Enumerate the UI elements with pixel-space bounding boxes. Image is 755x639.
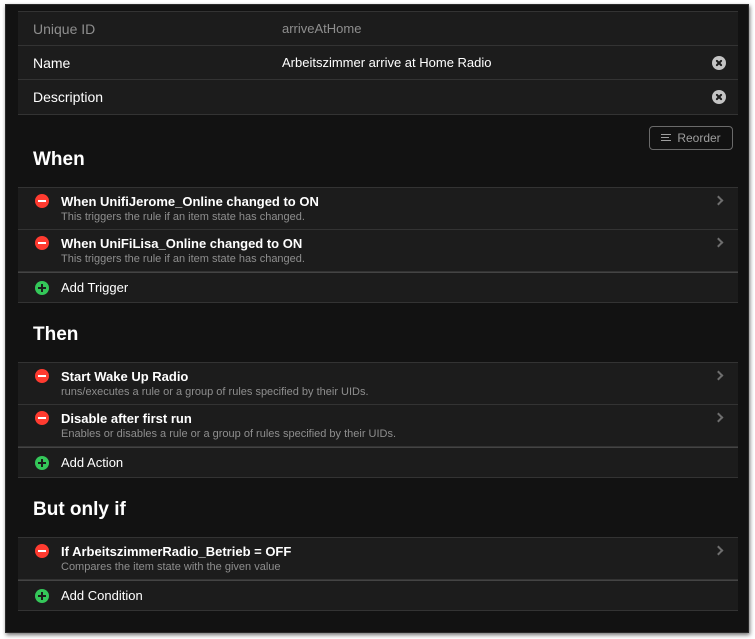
action-description: runs/executes a rule or a group of rules… [61, 386, 369, 398]
trigger-description: This triggers the rule if an item state … [61, 211, 305, 223]
name-label: Name [33, 54, 71, 71]
then-list: Start Wake Up Radio runs/executes a rule… [18, 362, 738, 478]
condition-title: If ArbeitszimmerRadio_Betrieb = OFF [61, 544, 292, 559]
when-section-title: When [33, 149, 85, 170]
add-trigger-label: Add Trigger [61, 280, 129, 295]
trigger-item[interactable]: When UniFiLisa_Online changed to ON This… [18, 230, 738, 272]
remove-icon[interactable] [35, 411, 49, 425]
trigger-description: This triggers the rule if an item state … [61, 253, 305, 265]
name-input[interactable]: Arbeitszimmer arrive at Home Radio [282, 55, 492, 70]
action-description: Enables or disables a rule or a group of… [61, 428, 397, 440]
action-item[interactable]: Disable after first run Enables or disab… [18, 405, 738, 447]
add-condition-label: Add Condition [61, 588, 143, 603]
conditions-list: If ArbeitszimmerRadio_Betrieb = OFF Comp… [18, 537, 738, 611]
clear-description-icon[interactable] [712, 90, 726, 104]
reorder-label: Reorder [677, 131, 721, 145]
condition-description: Compares the item state with the given v… [61, 561, 281, 573]
reorder-icon [661, 134, 672, 142]
condition-item[interactable]: If ArbeitszimmerRadio_Betrieb = OFF Comp… [18, 538, 738, 580]
clear-name-icon[interactable] [712, 56, 726, 70]
description-row[interactable]: Description [18, 80, 738, 114]
description-label: Description [33, 89, 104, 105]
reorder-button[interactable]: Reorder [649, 126, 733, 150]
remove-icon[interactable] [35, 194, 49, 208]
add-condition-button[interactable]: Add Condition [18, 580, 738, 610]
rule-editor-window: Unique ID arriveAtHome Name Arbeitszimme… [5, 4, 749, 633]
remove-icon[interactable] [35, 369, 49, 383]
trigger-title: When UnifiJerome_Online changed to ON [61, 194, 319, 209]
chevron-right-icon [713, 370, 724, 381]
chevron-right-icon [713, 195, 724, 206]
uid-value: arriveAtHome [282, 21, 362, 36]
conditions-section-title: But only if [33, 499, 126, 520]
remove-icon[interactable] [35, 236, 49, 250]
remove-icon[interactable] [35, 544, 49, 558]
add-icon [35, 456, 49, 470]
action-title: Disable after first run [61, 411, 192, 426]
chevron-right-icon [713, 237, 724, 248]
add-icon [35, 589, 49, 603]
add-icon [35, 281, 49, 295]
add-action-label: Add Action [61, 455, 124, 470]
add-trigger-button[interactable]: Add Trigger [18, 272, 738, 302]
name-row[interactable]: Name Arbeitszimmer arrive at Home Radio [18, 46, 738, 80]
chevron-right-icon [713, 545, 724, 556]
add-action-button[interactable]: Add Action [18, 447, 738, 477]
uid-label: Unique ID [33, 20, 96, 37]
action-item[interactable]: Start Wake Up Radio runs/executes a rule… [18, 363, 738, 405]
trigger-item[interactable]: When UnifiJerome_Online changed to ON Th… [18, 188, 738, 230]
chevron-right-icon [713, 412, 724, 423]
trigger-title: When UniFiLisa_Online changed to ON [61, 236, 303, 251]
action-title: Start Wake Up Radio [61, 369, 189, 384]
uid-row: Unique ID arriveAtHome [18, 12, 738, 46]
when-list: When UnifiJerome_Online changed to ON Th… [18, 187, 738, 303]
then-section-title: Then [33, 324, 79, 345]
rule-info-list: Unique ID arriveAtHome Name Arbeitszimme… [18, 11, 738, 115]
